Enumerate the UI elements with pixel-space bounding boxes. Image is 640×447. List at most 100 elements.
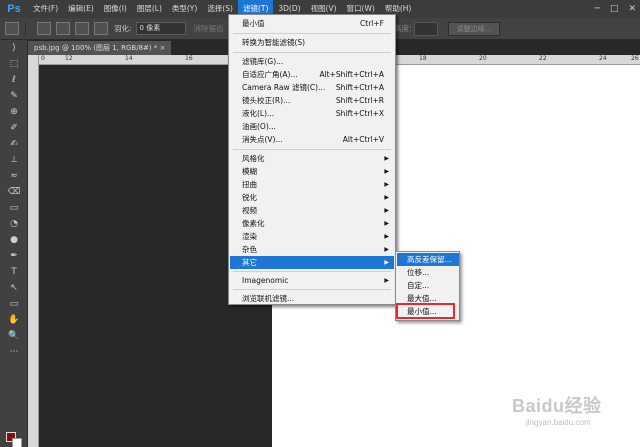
vertical-ruler	[28, 55, 39, 447]
menu-item-video[interactable]: 视频 ▶	[230, 204, 394, 217]
menu-image[interactable]: 图像(I)	[99, 0, 132, 18]
eraser-tool-icon[interactable]: ⌫	[0, 184, 28, 200]
ruler-number: 12	[65, 55, 73, 62]
submenu-item-custom[interactable]: 自定...	[397, 279, 459, 292]
window-controls: ─ □ ✕	[595, 0, 636, 18]
height-input[interactable]	[414, 22, 438, 36]
zoom-tool-icon[interactable]: 🔍	[0, 328, 28, 344]
shortcut-text: Shift+Ctrl+R	[335, 96, 384, 105]
menu-type[interactable]: 类型(Y)	[167, 0, 202, 18]
menu-item-camera-raw[interactable]: Camera Raw 滤镜(C)... Shift+Ctrl+A	[230, 81, 394, 94]
subtract-selection-icon[interactable]	[75, 22, 89, 35]
menu-item-oil-paint[interactable]: 油画(O)...	[230, 120, 394, 133]
toolbox: ⟩ ⬚ ℓ ✎ ⊕ ✐ ✍ ⊥ ≈ ⌫ ▭ ◔ ● ✒ T ↖ ▭ ✋ 🔍 ⋯	[0, 40, 28, 447]
healing-brush-icon[interactable]: ✍	[0, 136, 28, 152]
shortcut-text: Ctrl+F	[360, 19, 384, 28]
hand-tool-icon[interactable]: ✋	[0, 312, 28, 328]
refine-edge-button[interactable]: 调整边缘...	[448, 22, 500, 36]
add-selection-icon[interactable]	[56, 22, 70, 35]
menu-layer[interactable]: 图层(L)	[132, 0, 167, 18]
menu-item-convert-smart-filter[interactable]: 转换为智能滤镜(S)	[230, 36, 394, 49]
menu-item-noise[interactable]: 杂色 ▶	[230, 243, 394, 256]
intersect-selection-icon[interactable]	[94, 22, 108, 35]
close-icon[interactable]: ✕	[628, 4, 636, 14]
menu-item-other[interactable]: 其它 ▶	[230, 256, 394, 269]
menu-item-vanishing-point[interactable]: 消失点(V)... Alt+Ctrl+V	[230, 133, 394, 146]
submenu-arrow-icon: ▶	[384, 233, 389, 240]
shortcut-text: Shift+Ctrl+A	[335, 83, 384, 92]
minimize-icon[interactable]: ─	[595, 4, 600, 14]
ruler-number: 14	[125, 55, 133, 62]
dodge-tool-icon[interactable]: ●	[0, 232, 28, 248]
menu-item-pixelate[interactable]: 像素化 ▶	[230, 217, 394, 230]
more-tools-icon[interactable]: ⋯	[0, 344, 28, 360]
menu-item-liquify[interactable]: 液化(L)... Shift+Ctrl+X	[230, 107, 394, 120]
divider	[25, 21, 26, 36]
clone-stamp-icon[interactable]: ≈	[0, 168, 28, 184]
rectangle-tool-icon[interactable]: ▭	[0, 296, 28, 312]
path-select-tool-icon[interactable]: ↖	[0, 280, 28, 296]
menu-item-render[interactable]: 渲染 ▶	[230, 230, 394, 243]
menu-item-last-filter[interactable]: 最小值 Ctrl+F	[230, 17, 394, 30]
watermark-url: jingyan.baidu.com	[526, 418, 591, 427]
submenu-arrow-icon: ▶	[384, 168, 389, 175]
ruler-number: 16	[185, 55, 193, 62]
menu-edit[interactable]: 编辑(E)	[63, 0, 99, 18]
brush-tool-icon[interactable]: ⊥	[0, 152, 28, 168]
menu-item-lens-correction[interactable]: 镜头校正(R)... Shift+Ctrl+R	[230, 94, 394, 107]
menu-item-imagenomic[interactable]: Imagenomic ▶	[230, 274, 394, 287]
watermark-logo: Baidu经验	[512, 396, 602, 416]
submenu-arrow-icon: ▶	[384, 194, 389, 201]
ruler-number: 0	[41, 55, 45, 62]
tool-toggle-icon[interactable]: ⟩	[0, 40, 28, 56]
menu-item-sharpen[interactable]: 锐化 ▶	[230, 191, 394, 204]
ruler-number: 26	[631, 55, 639, 62]
maximize-icon[interactable]: □	[610, 4, 619, 14]
watermark: Baidu经验 jingyan.baidu.com	[492, 388, 632, 438]
menu-separator	[233, 33, 391, 34]
menu-separator	[233, 52, 391, 53]
gradient-tool-icon[interactable]: ▭	[0, 200, 28, 216]
annotation-highlight-box	[396, 303, 455, 319]
menu-item-stylize[interactable]: 风格化 ▶	[230, 152, 394, 165]
shortcut-text: Shift+Ctrl+X	[335, 109, 384, 118]
document-tab-title: psb.jpg @ 100% (图层 1, RGB/8#) *	[34, 44, 158, 52]
feather-input[interactable]: 0 像素	[135, 22, 186, 35]
marquee-preset-icon[interactable]	[5, 22, 19, 35]
new-selection-icon[interactable]	[37, 22, 51, 35]
submenu-arrow-icon: ▶	[384, 220, 389, 227]
ruler-number: 20	[479, 55, 487, 62]
pen-tool-icon[interactable]: ✒	[0, 248, 28, 264]
marquee-tool-icon[interactable]: ⬚	[0, 56, 28, 72]
quick-select-tool-icon[interactable]: ✎	[0, 88, 28, 104]
antialias-checkbox[interactable]: 消除锯齿	[194, 23, 224, 34]
lasso-tool-icon[interactable]: ℓ	[0, 72, 28, 88]
crop-tool-icon[interactable]: ⊕	[0, 104, 28, 120]
submenu-arrow-icon: ▶	[384, 181, 389, 188]
submenu-arrow-icon: ▶	[384, 155, 389, 162]
menu-item-filter-gallery[interactable]: 滤镜库(G)...	[230, 55, 394, 68]
submenu-item-high-pass[interactable]: 高反差保留...	[397, 253, 459, 266]
submenu-item-offset[interactable]: 位移...	[397, 266, 459, 279]
menu-file[interactable]: 文件(F)	[28, 0, 63, 18]
blur-tool-icon[interactable]: ◔	[0, 216, 28, 232]
menu-item-adaptive-wide-angle[interactable]: 自适应广角(A)... Alt+Shift+Ctrl+A	[230, 68, 394, 81]
close-tab-icon[interactable]: ×	[160, 44, 166, 52]
menu-separator	[233, 271, 391, 272]
shortcut-text: Alt+Ctrl+V	[342, 135, 384, 144]
menu-item-blur[interactable]: 模糊 ▶	[230, 165, 394, 178]
submenu-arrow-icon: ▶	[384, 246, 389, 253]
eyedropper-tool-icon[interactable]: ✐	[0, 120, 28, 136]
ruler-number: 18	[419, 55, 427, 62]
document-tab[interactable]: psb.jpg @ 100% (图层 1, RGB/8#) * ×	[28, 41, 172, 55]
shortcut-text: Alt+Shift+Ctrl+A	[319, 70, 384, 79]
type-tool-icon[interactable]: T	[0, 264, 28, 280]
menu-item-distort[interactable]: 扭曲 ▶	[230, 178, 394, 191]
background-color-swatch[interactable]	[12, 438, 22, 447]
submenu-arrow-icon: ▶	[384, 207, 389, 214]
menu-separator	[233, 149, 391, 150]
menu-item-browse-online-filters[interactable]: 浏览联机滤镜...	[230, 292, 394, 305]
height-label: 高度:	[394, 24, 412, 33]
filter-menu: 最小值 Ctrl+F 转换为智能滤镜(S) 滤镜库(G)... 自适应广角(A)…	[228, 14, 396, 305]
feather-label: 羽化:	[114, 24, 132, 33]
